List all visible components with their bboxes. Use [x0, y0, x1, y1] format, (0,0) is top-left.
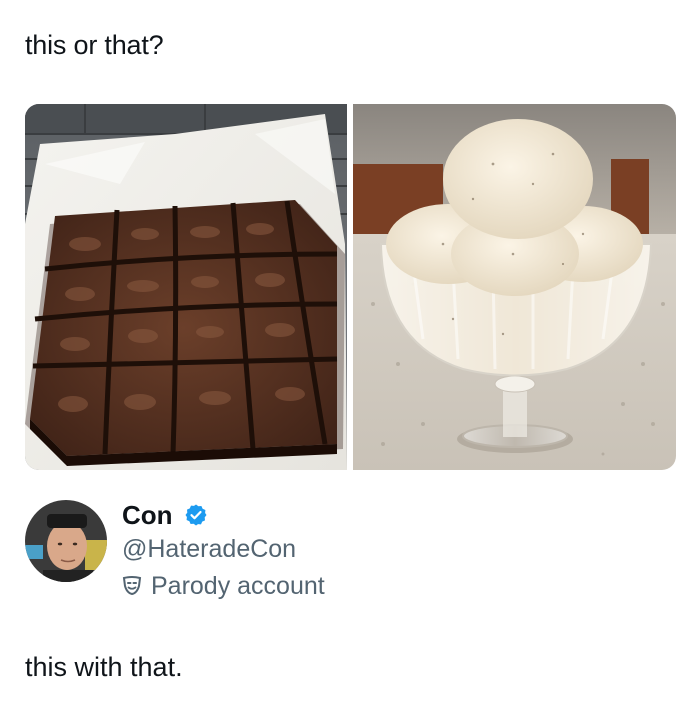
brownies-image[interactable] — [25, 104, 347, 470]
handle[interactable]: @HateradeCon — [122, 534, 296, 564]
ice-cream-image[interactable] — [353, 104, 676, 470]
display-name[interactable]: Con — [122, 500, 173, 530]
ice-cream-illustration — [353, 104, 676, 470]
parody-label-text: Parody account — [151, 572, 325, 600]
reply-text: this with that. — [25, 652, 183, 682]
avatar-illustration — [25, 500, 107, 582]
parody-mask-icon — [122, 576, 142, 595]
verified-badge-icon — [185, 504, 207, 526]
reply-author: Con @HateradeCon Parody account — [25, 500, 625, 600]
prompt-text: this or that? — [25, 30, 164, 60]
brownies-illustration — [25, 104, 347, 470]
avatar[interactable] — [25, 500, 107, 582]
